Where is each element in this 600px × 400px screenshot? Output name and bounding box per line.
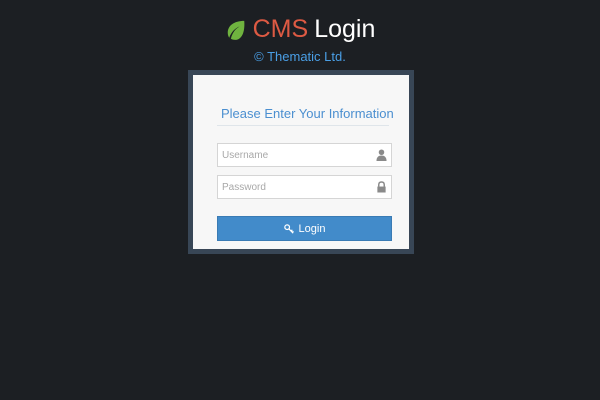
login-heading-text: Please Enter Your Information [221, 105, 394, 121]
username-field [217, 143, 392, 167]
password-input[interactable] [218, 176, 372, 198]
login-page: CMS Login © Thematic Ltd. Please Enter Y… [0, 0, 600, 400]
user-icon [376, 149, 387, 161]
title-cms: CMS [252, 15, 309, 43]
key-icon [283, 223, 294, 234]
username-input[interactable] [218, 144, 372, 166]
login-card: Please Enter Your Information Username L… [193, 75, 409, 249]
page-header: CMS Login © Thematic Ltd. [0, 12, 600, 66]
page-title: CMS Login [0, 12, 600, 46]
login-button[interactable]: Login [217, 216, 392, 241]
login-frame: Please Enter Your Information Username L… [188, 70, 414, 254]
leaf-icon [227, 20, 245, 40]
password-field [217, 175, 392, 199]
lock-icon [377, 181, 386, 193]
login-heading: Please Enter Your Information [217, 101, 394, 126]
login-button-label: Login [298, 222, 326, 235]
title-login: Login [314, 15, 376, 43]
copyright-text: © Thematic Ltd. [254, 49, 346, 64]
